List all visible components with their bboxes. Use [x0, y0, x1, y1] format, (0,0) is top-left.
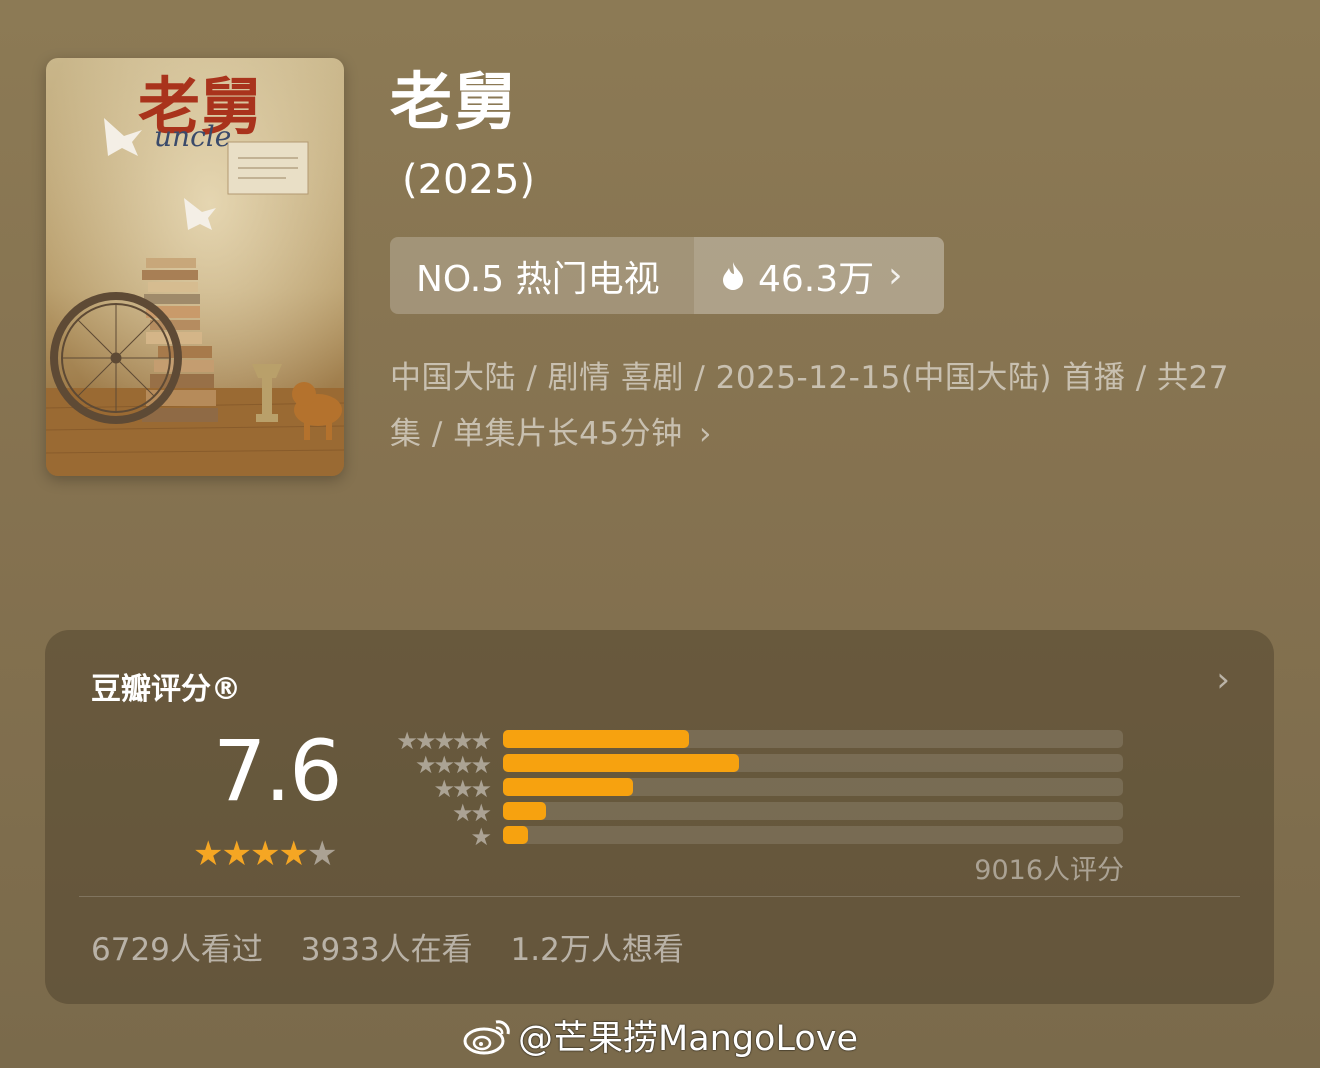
- heat-value: 46.3万: [758, 258, 875, 300]
- want-count[interactable]: 1.2万人想看: [511, 932, 684, 968]
- rating-card[interactable]: 豆瓣评分® › 7.6 ★★★★★ ★★★★★ ★★★★ ★★★ ★★ ★ 90…: [45, 630, 1274, 1004]
- distribution-bar-5: [503, 730, 689, 748]
- chevron-right-icon: ›: [888, 255, 903, 296]
- one-star-icon: ★: [470, 823, 492, 851]
- rating-card-title: 豆瓣评分®: [91, 672, 241, 707]
- poster-image[interactable]: 老舅 uncle: [46, 58, 344, 476]
- distribution-bar-1: [503, 826, 528, 844]
- distribution-bar-2: [503, 802, 546, 820]
- star-filled-icon: ★: [193, 834, 224, 874]
- rating-stars: ★★★★★: [193, 834, 338, 874]
- weibo-logo-icon: [463, 1019, 510, 1054]
- audience-stats: 6729人看过 3933人在看 1.2万人想看: [91, 924, 712, 969]
- divider: [79, 896, 1240, 897]
- star-filled-icon: ★: [278, 834, 309, 874]
- rating-count: 9016人评分: [974, 855, 1124, 886]
- show-year: (2025): [402, 157, 536, 203]
- chevron-right-icon: ›: [698, 416, 712, 452]
- watching-count[interactable]: 3933人在看: [301, 932, 473, 968]
- distribution-bar-4: [503, 754, 739, 772]
- poster-subtitle: uncle: [154, 120, 231, 153]
- four-stars-icon: ★★★★: [414, 751, 492, 779]
- chevron-right-icon[interactable]: ›: [1216, 660, 1230, 700]
- two-stars-icon: ★★: [451, 799, 492, 827]
- fire-icon: [723, 261, 743, 290]
- watched-count[interactable]: 6729人看过: [91, 932, 263, 968]
- rank-label: NO.5 热门电视: [416, 258, 660, 300]
- distribution-bar-3: [503, 778, 633, 796]
- star-filled-icon: ★: [221, 834, 252, 874]
- heat-button[interactable]: 46.3万 ›: [694, 237, 944, 314]
- show-title: 老舅: [390, 65, 519, 138]
- star-empty-icon: ★: [306, 834, 338, 874]
- five-stars-icon: ★★★★★: [396, 727, 492, 755]
- watermark: @芒果捞MangoLove: [462, 1010, 858, 1061]
- rank-chart-button[interactable]: NO.5 热门电视: [390, 237, 694, 314]
- meta-text: 中国大陆 / 剧情 喜剧 / 2025-12-15(中国大陆) 首播 / 共27…: [390, 360, 1229, 452]
- watermark-text: @芒果捞MangoLove: [518, 1019, 859, 1059]
- rank-bar: NO.5 热门电视 46.3万 ›: [390, 237, 944, 314]
- three-stars-icon: ★★★: [433, 775, 492, 803]
- rating-score: 7.6: [213, 722, 343, 820]
- show-meta[interactable]: 中国大陆 / 剧情 喜剧 / 2025-12-15(中国大陆) 首播 / 共27…: [390, 350, 1260, 462]
- star-filled-icon: ★: [249, 834, 281, 874]
